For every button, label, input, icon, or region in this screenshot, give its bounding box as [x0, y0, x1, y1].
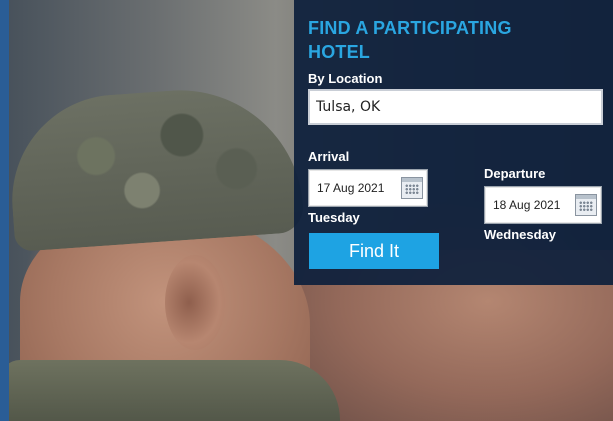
- panel-title-line2: HOTEL: [308, 42, 370, 62]
- departure-date-input[interactable]: [485, 187, 579, 223]
- calendar-icon[interactable]: [401, 177, 423, 199]
- arrival-weekday: Tuesday: [308, 210, 360, 225]
- departure-date-field[interactable]: [484, 186, 602, 224]
- panel-title: FIND A PARTICIPATING HOTEL: [308, 16, 601, 64]
- arrival-label: Arrival: [308, 149, 350, 164]
- arrival-group: Arrival Tuesday: [308, 149, 428, 225]
- calendar-icon[interactable]: [575, 194, 597, 216]
- camouflage-cap: [5, 82, 305, 252]
- find-it-button[interactable]: Find It: [309, 233, 439, 269]
- uniform-collar: [0, 360, 340, 421]
- hotel-search-panel: FIND A PARTICIPATING HOTEL By Location A…: [294, 0, 613, 285]
- location-label: By Location: [308, 71, 383, 86]
- left-accent-stripe: [0, 0, 9, 421]
- departure-label: Departure: [484, 166, 546, 181]
- arrival-date-field[interactable]: [308, 169, 428, 207]
- panel-title-line1: FIND A PARTICIPATING: [308, 18, 512, 38]
- departure-group: Departure Wednesday: [484, 166, 602, 242]
- departure-weekday: Wednesday: [484, 227, 557, 242]
- arrival-date-input[interactable]: [309, 170, 403, 206]
- soldier-ear: [165, 255, 225, 350]
- location-input[interactable]: [308, 89, 603, 125]
